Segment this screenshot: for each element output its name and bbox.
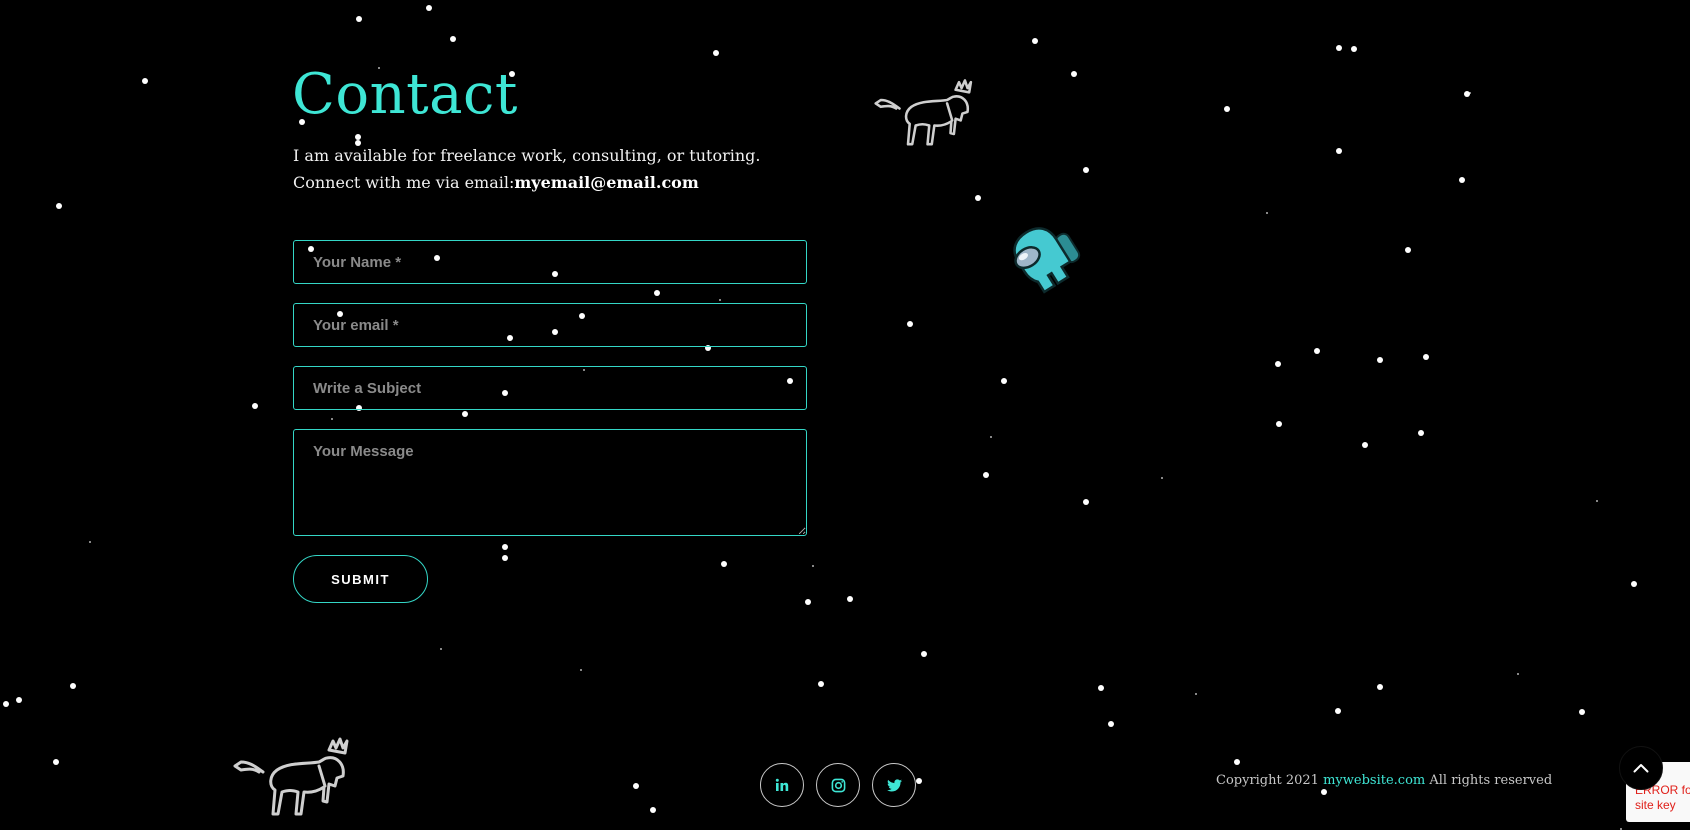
star-dot [1335, 708, 1341, 714]
recaptcha-error-line-2: site key [1635, 798, 1676, 812]
star-dot [818, 681, 824, 687]
star-dot [1579, 709, 1585, 715]
star-dot [805, 599, 811, 605]
star-dot [580, 669, 582, 671]
astronaut-icon [1013, 227, 1081, 294]
star-dot [1083, 499, 1089, 505]
star-dot [921, 651, 927, 657]
star-dot [1001, 378, 1007, 384]
message-textarea[interactable] [293, 429, 807, 536]
starfield-background [0, 0, 1690, 830]
star-dot [1098, 685, 1104, 691]
star-dot [1321, 789, 1327, 795]
copyright-text: Copyright 2021 mywebsite.com All rights … [1216, 773, 1552, 788]
star-dot [142, 78, 148, 84]
name-input[interactable] [293, 240, 807, 284]
linkedin-button[interactable] [760, 763, 804, 807]
star-dot [1405, 247, 1411, 253]
star-dot [1032, 38, 1038, 44]
back-to-top-button[interactable] [1619, 746, 1663, 790]
star-dot [1275, 361, 1281, 367]
star-dot [1351, 46, 1357, 52]
star-dot [1517, 673, 1519, 675]
star-dot [983, 472, 989, 478]
star-dot [812, 565, 814, 567]
contact-intro: I am available for freelance work, consu… [293, 142, 760, 196]
star-dot [1377, 684, 1383, 690]
star-dot [721, 561, 727, 567]
star-dot [450, 36, 456, 42]
footer-lion-logo-icon [233, 737, 349, 816]
star-dot [426, 5, 432, 11]
star-dot [1377, 357, 1383, 363]
linkedin-icon [775, 778, 789, 791]
star-dot [1423, 354, 1429, 360]
star-dot [1234, 759, 1240, 765]
star-dot [990, 436, 992, 438]
twitter-button[interactable] [872, 763, 916, 807]
intro-line-2: Connect with me via email:myemail@email.… [293, 169, 760, 196]
star-dot [633, 783, 639, 789]
instagram-icon [831, 778, 845, 792]
subject-input[interactable] [293, 366, 807, 410]
star-dot [1418, 430, 1424, 436]
star-dot [1161, 477, 1163, 479]
star-dot [719, 299, 721, 301]
star-dot [907, 321, 913, 327]
star-dot [1336, 45, 1342, 51]
star-dot [1459, 177, 1465, 183]
star-dot [1336, 148, 1342, 154]
star-dot [1266, 212, 1268, 214]
star-dot [1108, 721, 1114, 727]
star-dot [1071, 71, 1077, 77]
star-dot [89, 541, 91, 543]
star-dot [916, 778, 922, 784]
star-dot [502, 544, 508, 550]
contact-email: myemail@email.com [514, 173, 699, 192]
chevron-up-icon [1633, 764, 1649, 773]
page-title: Contact [292, 62, 518, 127]
website-link[interactable]: mywebsite.com [1323, 773, 1425, 788]
star-dot [975, 195, 981, 201]
star-dot [462, 411, 468, 417]
star-dot [1469, 92, 1471, 94]
star-dot [1362, 442, 1368, 448]
intro-line-1: I am available for freelance work, consu… [293, 146, 761, 165]
star-dot [440, 648, 442, 650]
star-dot [70, 683, 76, 689]
star-dot [56, 203, 62, 209]
star-dot [1314, 348, 1320, 354]
twitter-icon [886, 778, 902, 791]
star-dot [53, 759, 59, 765]
star-dot [1596, 500, 1598, 502]
star-dot [1224, 106, 1230, 112]
star-dot [502, 555, 508, 561]
instagram-button[interactable] [816, 763, 860, 807]
star-dot [1195, 693, 1197, 695]
star-dot [713, 50, 719, 56]
lion-logo-icon [874, 79, 973, 146]
star-dot [654, 290, 660, 296]
star-dot [1631, 581, 1637, 587]
star-dot [1083, 167, 1089, 173]
star-dot [3, 701, 9, 707]
star-dot [331, 418, 333, 420]
intro-email-prefix: Connect with me via email: [293, 173, 515, 192]
copyright-suffix: All rights reserved [1429, 773, 1553, 788]
submit-button[interactable]: SUBMIT [293, 555, 428, 603]
star-dot [16, 697, 22, 703]
email-input[interactable] [293, 303, 807, 347]
star-dot [847, 596, 853, 602]
star-dot [252, 403, 258, 409]
copyright-prefix: Copyright 2021 [1216, 773, 1319, 788]
star-dot [650, 807, 656, 813]
star-dot [1276, 421, 1282, 427]
star-dot [356, 16, 362, 22]
